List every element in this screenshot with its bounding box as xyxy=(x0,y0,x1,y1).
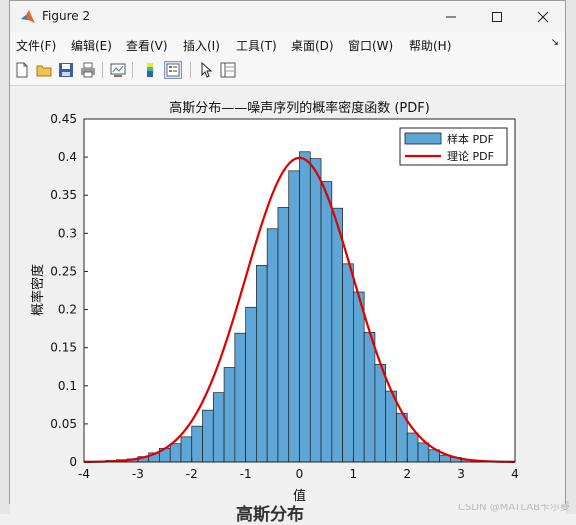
y-tick-label: 0.15 xyxy=(50,341,77,355)
histogram-bar xyxy=(331,207,343,463)
background-window-right-edge xyxy=(566,0,576,514)
histogram-bar xyxy=(223,367,236,463)
menu-file[interactable]: 文件(F) xyxy=(16,37,56,54)
menu-edit[interactable]: 编辑(E) xyxy=(71,37,112,54)
y-tick-label: 0.05 xyxy=(50,417,77,431)
title-bar[interactable]: Figure 2 xyxy=(10,1,565,32)
x-tick-label: 1 xyxy=(350,467,358,481)
matlab-logo-icon xyxy=(21,10,35,23)
legend[interactable]: 样本 PDF 理论 PDF xyxy=(399,127,508,166)
toolbar-separator xyxy=(102,62,103,78)
menu-bar: 文件(F) 编辑(E) 查看(V) 插入(I) 工具(T) 桌面(D) 窗口(W… xyxy=(10,32,565,56)
x-tick-label: -4 xyxy=(78,467,90,481)
x-axis-label: 值 xyxy=(293,488,306,504)
histogram-bar xyxy=(406,432,419,463)
figure-window: Figure 2 文件(F) 编辑(E) 查看(V) 插入(I) 工具(T) 桌… xyxy=(9,0,566,504)
maximize-button[interactable] xyxy=(474,1,520,32)
toolbar-separator xyxy=(132,62,133,78)
histogram-bar xyxy=(266,228,279,463)
histogram-bar xyxy=(396,412,408,463)
menu-help[interactable]: 帮助(H) xyxy=(409,37,451,54)
histogram-bar xyxy=(363,332,376,463)
histogram-bar xyxy=(256,264,268,463)
x-tick-label: 4 xyxy=(511,467,519,481)
y-tick-label: 0.25 xyxy=(50,264,77,278)
histogram-bar xyxy=(169,443,182,463)
histogram-bar xyxy=(288,170,300,463)
histogram-bar xyxy=(277,207,290,463)
y-tick-label: 0.3 xyxy=(58,226,77,240)
new-figure-button[interactable] xyxy=(12,60,32,80)
y-tick-label: 0.4 xyxy=(58,150,77,164)
histogram-bar xyxy=(309,158,322,463)
x-tick-label: -3 xyxy=(132,467,144,481)
histogram-bar xyxy=(202,409,214,463)
histogram-bar xyxy=(191,425,203,463)
histogram-bar xyxy=(417,442,430,463)
x-tick-label: 2 xyxy=(403,467,411,481)
save-button[interactable] xyxy=(56,60,76,80)
x-tick-label: 0 xyxy=(296,467,304,481)
legend-icon xyxy=(164,61,182,79)
menu-window[interactable]: 窗口(W) xyxy=(348,37,393,54)
save-icon xyxy=(59,63,73,77)
maximize-icon xyxy=(492,11,502,22)
legend-label-theory: 理论 PDF xyxy=(447,149,494,163)
close-button[interactable] xyxy=(520,1,566,32)
histogram-bar xyxy=(320,181,333,463)
x-tick-label: -1 xyxy=(240,467,252,481)
toolbar-separator xyxy=(190,62,191,78)
y-axis-label: 概率密度 xyxy=(30,264,46,316)
legend-label-sample: 样本 PDF xyxy=(447,132,494,146)
y-tick-label: 0.1 xyxy=(58,379,77,393)
link-plot-button[interactable] xyxy=(108,60,128,80)
pdf-plot: -4 -3 -2 -1 0 1 2 3 4 0 0.05 0.1 0.15 0.2 0.25 0.3 0.35… xyxy=(30,100,519,504)
x-tick-label: -2 xyxy=(186,467,198,481)
toolbar xyxy=(10,56,565,86)
new-figure-icon xyxy=(16,62,28,78)
minimize-button[interactable] xyxy=(428,1,474,32)
y-tick-label: 0.45 xyxy=(50,112,77,126)
print-icon xyxy=(81,62,95,78)
close-icon xyxy=(537,11,549,22)
histogram-bar xyxy=(353,291,365,463)
y-tick-label: 0.35 xyxy=(50,188,77,202)
histogram-bar xyxy=(342,263,354,463)
link-plot-icon xyxy=(110,63,126,77)
y-tick-label: 0 xyxy=(69,455,77,469)
pointer-icon xyxy=(201,62,213,78)
minimize-icon xyxy=(446,16,456,17)
y-tick-label: 0.2 xyxy=(58,303,77,317)
pointer-button[interactable] xyxy=(196,60,216,80)
histogram-bar xyxy=(234,332,246,463)
chart-title: 高斯分布——噪声序列的概率密度函数 (PDF) xyxy=(169,100,430,116)
histogram-bar xyxy=(180,436,193,463)
colorbar-icon xyxy=(147,63,153,77)
menu-desktop[interactable]: 桌面(D) xyxy=(291,37,334,54)
histogram-bar xyxy=(212,392,225,463)
property-inspector-button[interactable] xyxy=(218,60,238,80)
legend-swatch-sample xyxy=(404,132,442,145)
histogram-bar xyxy=(245,306,257,463)
menu-view[interactable]: 查看(V) xyxy=(126,37,168,54)
legend-button[interactable] xyxy=(163,60,183,80)
open-file-button[interactable] xyxy=(34,60,54,80)
print-button[interactable] xyxy=(78,60,98,80)
colorbar-button[interactable] xyxy=(140,60,160,80)
figure-canvas: -4 -3 -2 -1 0 1 2 3 4 0 0.05 0.1 0.15 0.2 0.25 0.3 0.35… xyxy=(10,86,565,504)
open-file-icon xyxy=(36,65,52,77)
menu-insert[interactable]: 插入(I) xyxy=(183,37,220,54)
x-tick-label: 3 xyxy=(457,467,465,481)
menu-tools[interactable]: 工具(T) xyxy=(236,37,277,54)
histogram-bar xyxy=(299,151,311,463)
window-title: Figure 2 xyxy=(42,9,91,23)
menu-overflow-icon[interactable]: ↘ xyxy=(551,37,559,48)
histogram-bar xyxy=(374,364,387,463)
property-inspector-icon xyxy=(220,62,236,78)
histogram-bar xyxy=(385,390,397,463)
